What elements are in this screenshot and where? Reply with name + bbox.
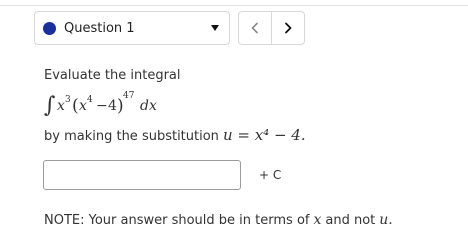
chevron-left-icon — [251, 22, 258, 34]
integrand-x: x — [57, 98, 65, 114]
minus-sign: − — [96, 98, 108, 114]
outer-power: 47 — [123, 91, 135, 101]
question-instruction: Evaluate the integral — [44, 68, 181, 83]
caret-down-icon — [211, 25, 219, 31]
inner-x: x — [79, 98, 87, 114]
answer-note: NOTE: Your answer should be in terms of … — [44, 212, 393, 228]
question-nav-bar: Question 1 — [0, 0, 468, 52]
question-selector-dropdown[interactable]: Question 1 — [34, 11, 230, 45]
substitution-text: by making the substitution u = x⁴ − 4. — [44, 126, 306, 144]
integral-expression: ∫ x 3 ( x 4 − 4 ) 47 dx — [44, 91, 157, 118]
note-middle: and not — [325, 213, 376, 228]
note-prefix: NOTE: Your answer should be in terms of — [44, 213, 310, 228]
open-paren: ( — [72, 96, 79, 116]
chevron-right-icon — [285, 22, 292, 34]
substitution-prefix: by making the substitution — [44, 129, 219, 144]
question-status-dot — [43, 21, 56, 35]
differential: dx — [140, 98, 157, 114]
constant-of-integration-label: + C — [259, 168, 282, 182]
note-var-x: x — [313, 212, 322, 228]
question-selector-label: Question 1 — [64, 20, 135, 36]
previous-question-button[interactable] — [238, 11, 272, 45]
integrand-power: 3 — [65, 95, 71, 105]
constant-term: 4 — [108, 98, 117, 114]
integral-sign: ∫ — [44, 93, 56, 118]
note-var-u: u. — [379, 212, 393, 228]
next-question-button[interactable] — [271, 11, 305, 45]
substitution-formula: u = x⁴ − 4. — [222, 126, 306, 144]
answer-input[interactable] — [43, 160, 241, 190]
inner-power: 4 — [87, 95, 93, 105]
top-divider — [0, 5, 468, 6]
